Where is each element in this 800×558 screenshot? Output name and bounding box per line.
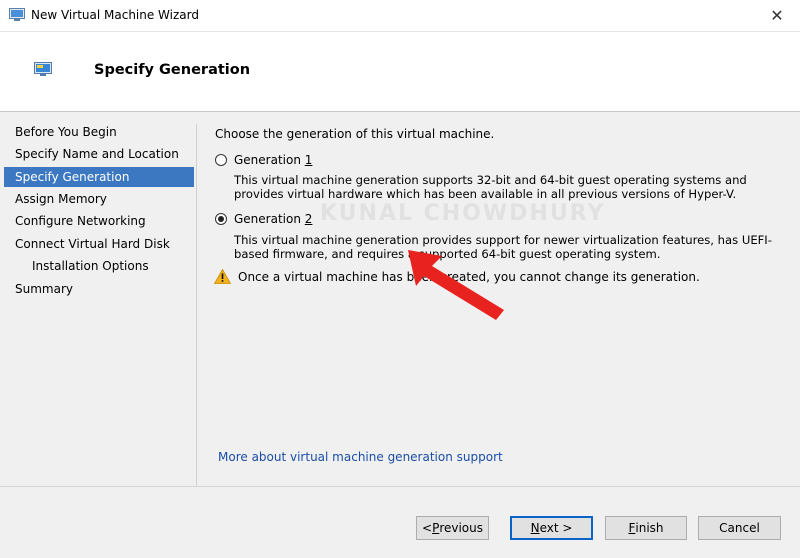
step-before-you-begin[interactable]: Before You Begin [4, 122, 194, 142]
next-button[interactable]: Next > [510, 516, 593, 540]
step-summary[interactable]: Summary [4, 279, 194, 299]
step-label: Summary [15, 282, 73, 296]
window-title: New Virtual Machine Wizard [31, 8, 199, 22]
app-icon [9, 8, 25, 21]
step-specify-name-location[interactable]: Specify Name and Location [4, 144, 194, 164]
step-label: Before You Begin [15, 125, 117, 139]
more-info-link[interactable]: More about virtual machine generation su… [218, 450, 503, 464]
cancel-button[interactable]: Cancel [698, 516, 781, 540]
vm-header-icon [34, 62, 52, 76]
bottom-divider [0, 486, 800, 487]
step-assign-memory[interactable]: Assign Memory [4, 189, 194, 209]
next-accel: N [530, 521, 540, 535]
step-connect-virtual-hard-disk[interactable]: Connect Virtual Hard Disk [4, 234, 194, 254]
step-label: Specify Name and Location [15, 147, 179, 161]
next-text: ext > [539, 521, 573, 535]
step-installation-options[interactable]: Installation Options [4, 256, 194, 276]
finish-accel: F [628, 521, 636, 535]
step-label: Assign Memory [15, 192, 107, 206]
step-label: Connect Virtual Hard Disk [15, 237, 170, 251]
close-button[interactable]: ✕ [754, 0, 800, 31]
generation-1-radio[interactable] [215, 154, 227, 166]
step-label: Specify Generation [15, 170, 130, 184]
generation-2-accel: 2 [304, 212, 313, 226]
step-label: Installation Options [32, 259, 149, 273]
warning-icon [214, 269, 231, 284]
arrow-annotation [408, 250, 504, 320]
intro-text: Choose the generation of this virtual ma… [215, 127, 495, 141]
watermark: KUNAL CHOWDHURY [320, 201, 606, 226]
generation-1-label[interactable]: Generation 1 [234, 153, 312, 167]
generation-2-label[interactable]: Generation 2 [234, 212, 312, 226]
title-bar: New Virtual Machine Wizard ✕ [0, 0, 800, 32]
page-title: Specify Generation [94, 62, 251, 78]
generation-2-radio[interactable] [215, 213, 227, 225]
sidebar-divider [196, 124, 197, 486]
wizard-header: Specify Generation [0, 32, 800, 112]
previous-prefix: < [422, 521, 433, 535]
step-configure-networking[interactable]: Configure Networking [4, 211, 194, 231]
generation-1-description: This virtual machine generation supports… [234, 173, 747, 201]
generation-2-text: Generation [234, 212, 305, 226]
previous-text: revious [439, 521, 483, 535]
generation-1-accel: 1 [304, 153, 313, 167]
previous-accel: P [432, 521, 440, 535]
cancel-text: Cancel [719, 521, 760, 535]
step-specify-generation[interactable]: Specify Generation [4, 167, 194, 187]
generation-1-text: Generation [234, 153, 305, 167]
finish-button[interactable]: Finish [605, 516, 687, 540]
close-icon: ✕ [770, 6, 784, 25]
previous-button[interactable]: < Previous [416, 516, 489, 540]
step-label: Configure Networking [15, 214, 146, 228]
finish-text: inish [635, 521, 664, 535]
